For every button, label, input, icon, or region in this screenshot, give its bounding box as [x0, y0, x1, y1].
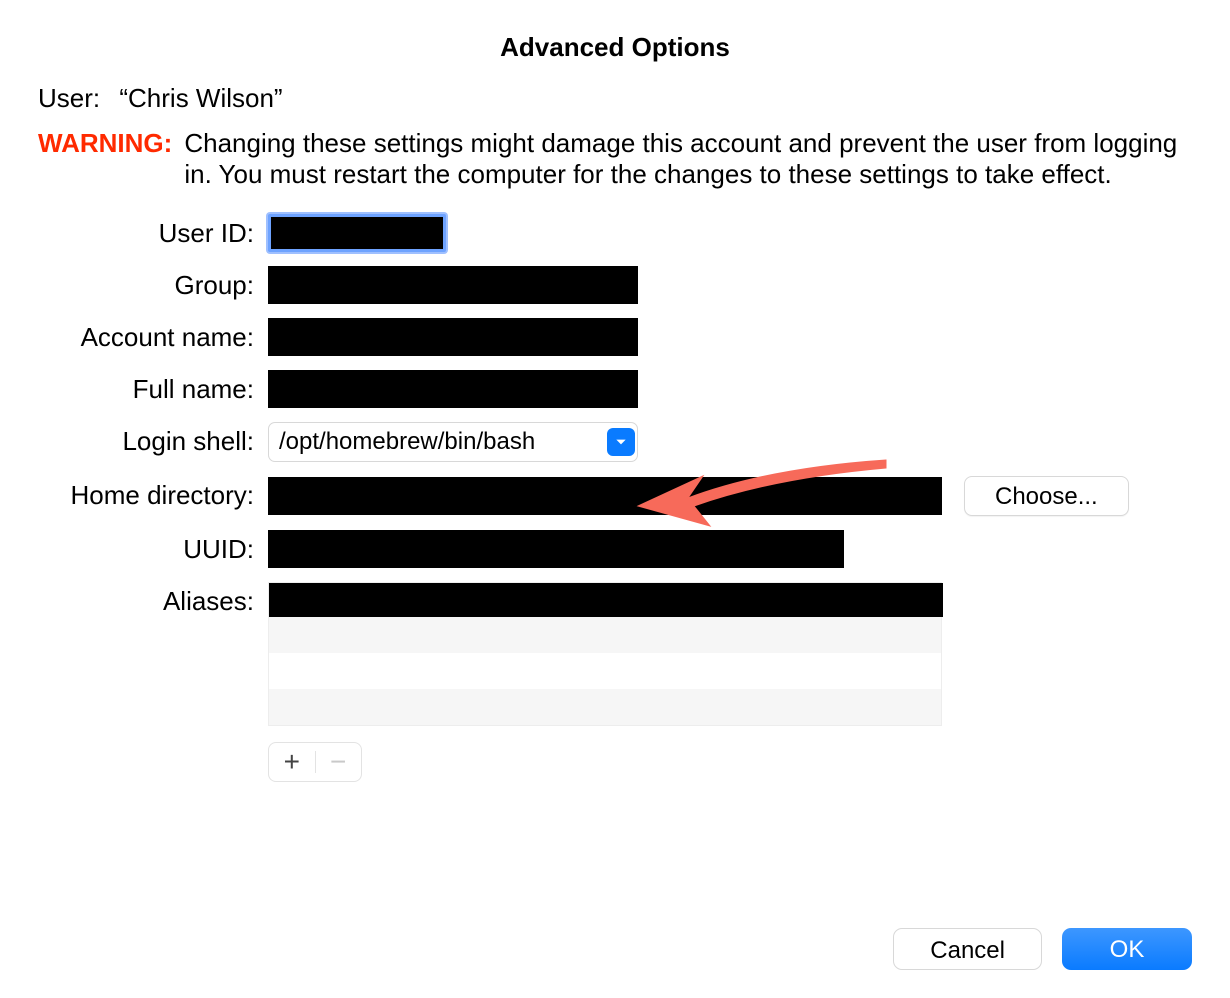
login-shell-value: /opt/homebrew/bin/bash — [279, 428, 607, 456]
full-name-label: Full name: — [38, 370, 268, 405]
home-directory-field[interactable] — [268, 477, 942, 515]
group-label: Group: — [38, 266, 268, 301]
user-id-field[interactable] — [268, 214, 446, 252]
account-name-label: Account name: — [38, 318, 268, 353]
user-name-value: “Chris Wilson” — [119, 83, 282, 113]
dialog-buttons: Cancel OK — [893, 928, 1192, 970]
alias-row-empty[interactable] — [269, 653, 941, 689]
login-shell-label: Login shell: — [38, 422, 268, 457]
account-name-field[interactable] — [268, 318, 638, 356]
chevron-down-icon[interactable] — [607, 428, 635, 456]
aliases-label: Aliases: — [38, 582, 268, 617]
warning-label: WARNING: — [38, 128, 172, 159]
user-row: User: “Chris Wilson” — [38, 83, 1192, 114]
add-alias-button[interactable]: + — [269, 743, 315, 781]
aliases-list[interactable] — [268, 582, 942, 726]
uuid-field[interactable] — [268, 530, 844, 568]
uuid-label: UUID: — [38, 530, 268, 565]
plus-minus-control: + − — [268, 742, 362, 782]
home-directory-label: Home directory: — [38, 476, 268, 511]
minus-icon: − — [330, 746, 346, 778]
plus-icon: + — [284, 746, 300, 778]
alias-row-empty[interactable] — [269, 689, 941, 725]
dialog-title: Advanced Options — [38, 32, 1192, 63]
warning-row: WARNING: Changing these settings might d… — [38, 128, 1192, 190]
full-name-field[interactable] — [268, 370, 638, 408]
ok-button[interactable]: OK — [1062, 928, 1192, 970]
warning-text: Changing these settings might damage thi… — [184, 128, 1192, 190]
login-shell-combobox[interactable]: /opt/homebrew/bin/bash — [268, 422, 638, 462]
user-label: User: — [38, 83, 100, 114]
remove-alias-button[interactable]: − — [315, 743, 361, 781]
group-field[interactable] — [268, 266, 638, 304]
alias-row[interactable] — [269, 583, 943, 617]
form-grid: User ID: Group: Account name: Full name:… — [38, 214, 1192, 782]
alias-row-empty[interactable] — [269, 617, 941, 653]
choose-button[interactable]: Choose... — [964, 476, 1129, 516]
user-id-label: User ID: — [38, 214, 268, 249]
cancel-button[interactable]: Cancel — [893, 928, 1042, 970]
advanced-options-dialog: Advanced Options User: “Chris Wilson” WA… — [0, 0, 1230, 998]
